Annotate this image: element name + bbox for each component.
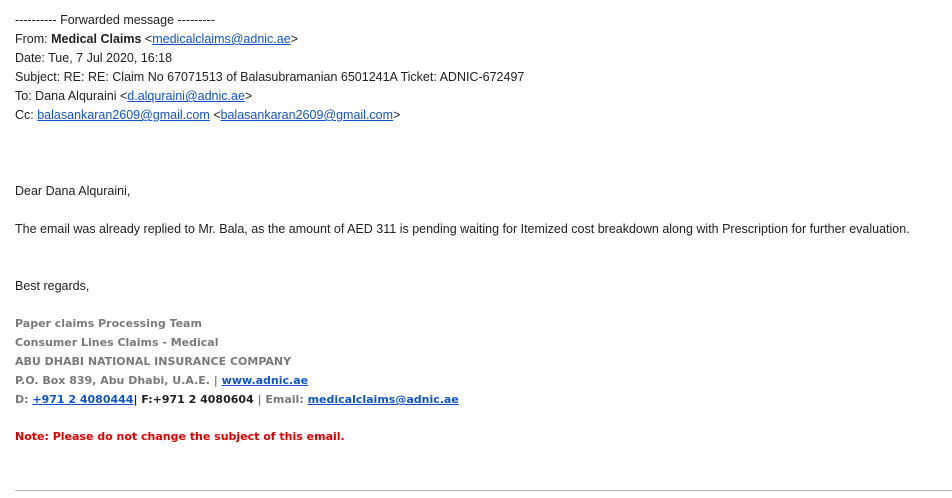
cc-label: Cc: [15, 108, 34, 122]
fax-number: | F:+971 2 4080604 [133, 393, 254, 406]
cc-email-link[interactable]: balasankaran2609@gmail.com [221, 108, 394, 122]
signature-email-link[interactable]: medicalclaims@adnic.ae [308, 393, 459, 406]
divider [15, 490, 952, 491]
forward-header: ---------- Forwarded message --------- [15, 13, 215, 27]
message-body: The email was already replied to Mr. Bal… [15, 222, 910, 236]
closing: Best regards, [15, 279, 90, 293]
to-name: Dana Alquraini [35, 89, 117, 103]
signature-team: Paper claims Processing Team [15, 317, 202, 330]
date-label: Date: [15, 51, 45, 65]
from-email-link[interactable]: medicalclaims@adnic.ae [152, 32, 290, 46]
subject-value: RE: RE: Claim No 67071513 of Balasubrama… [63, 70, 525, 84]
subject-note: Note: Please do not change the subject o… [15, 430, 345, 443]
signature-department: Consumer Lines Claims - Medical [15, 336, 219, 349]
to-line: To: Dana Alquraini <d.alquraini@adnic.ae… [15, 89, 253, 103]
greeting: Dear Dana Alquraini, [15, 184, 131, 198]
signature-company: ABU DHABI NATIONAL INSURANCE COMPANY [15, 355, 292, 368]
website-link[interactable]: www.adnic.ae [222, 374, 308, 387]
date-value: Tue, 7 Jul 2020, 16:18 [48, 51, 173, 65]
subject-line: Subject: RE: RE: Claim No 67071513 of Ba… [15, 68, 524, 86]
subject-label: Subject: [15, 70, 61, 84]
to-label: To: [15, 89, 32, 103]
email-label: | Email: [257, 393, 304, 406]
phone-link[interactable]: +971 2 4080444 [32, 393, 133, 406]
cc-name-link[interactable]: balasankaran2609@gmail.com [37, 108, 210, 122]
from-line: From: Medical Claims <medicalclaims@adni… [15, 32, 298, 46]
phone-label: D: [15, 393, 29, 406]
from-name: Medical Claims [51, 32, 142, 46]
signature-address-line: P.O. Box 839, Abu Dhabi, U.A.E. | www.ad… [15, 371, 308, 390]
signature-contact-line: D: +971 2 4080444| F:+971 2 4080604 | Em… [15, 390, 459, 409]
from-label: From: [15, 32, 48, 46]
to-email-link[interactable]: d.alquraini@adnic.ae [127, 89, 245, 103]
date-line: Date: Tue, 7 Jul 2020, 16:18 [15, 49, 172, 67]
signature-address: P.O. Box 839, Abu Dhabi, U.A.E. | [15, 374, 218, 387]
cc-line: Cc: balasankaran2609@gmail.com <balasank… [15, 108, 401, 122]
